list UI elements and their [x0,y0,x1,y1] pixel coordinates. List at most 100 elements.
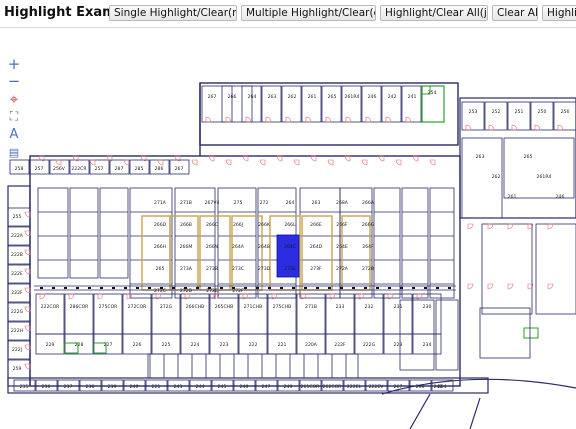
room-label: 251 [515,109,524,115]
wall [429,187,455,299]
door-swing [89,159,96,166]
room-label: 259 [13,366,22,372]
locate-icon[interactable]: ⌖ [6,92,22,107]
wall [479,307,531,359]
corridor-mark [448,287,451,289]
door-swing [245,116,252,123]
room-label: 272D [180,288,193,294]
wall [147,353,359,379]
room-label: 261 [308,94,317,100]
corridor-mark [376,287,379,289]
zoom-out-icon[interactable]: − [6,74,22,89]
wall [69,187,99,279]
highlight-button-cut[interactable]: Highlig [542,5,576,21]
door-swing [487,223,494,230]
wall [301,85,322,123]
corridor-mark [40,287,43,289]
room-label: 272E [206,288,218,294]
room-label: 236 [42,384,51,390]
door-swing [24,287,31,294]
wall [199,82,459,146]
wall [296,293,326,335]
corridor-mark [88,287,91,289]
corridor-mark [244,287,247,289]
clear-all-button[interactable]: Clear All [492,5,538,21]
room-label: 266B [180,222,192,228]
room-label: 257 [95,166,104,172]
room-label: 225 [162,342,171,348]
door-swing [327,159,334,166]
room-label: 286COR [70,304,90,310]
room-label: 265 [156,266,165,272]
corridor-mark [52,287,55,289]
room-label: 235 [20,384,29,390]
corridor-mark [364,287,367,289]
wall [151,293,181,335]
door-swing [465,124,472,131]
door-swing [361,159,368,166]
room-label: 226 [133,342,142,348]
door-swing [123,159,130,166]
room-label: 266L [284,222,296,228]
floor-plan-map[interactable]: 267 266 264 263 262 261 265 261R4 246 242 241 254 25… [0,28,576,429]
fit-icon[interactable]: ⛶ [6,109,22,123]
room-label: 221 [278,342,287,348]
room-label: 263 [312,200,321,206]
door-swing [365,116,372,123]
door-swing [385,116,392,123]
room-label: 228 [75,342,84,348]
room-label: 265 [524,154,533,160]
zoom-in-icon[interactable]: + [6,57,22,72]
room-label: 237 [64,384,73,390]
wall [503,137,575,199]
highlight-clear-all-button[interactable]: Highlight/Clear All(jk) [380,5,488,21]
corridor-mark [64,287,67,289]
wall [37,187,69,279]
door-swing [487,283,494,290]
door-swing [157,159,164,166]
text-icon[interactable]: A [6,128,22,142]
wall [435,299,459,371]
room-label: 222J [12,347,22,353]
room-label: 272 [260,200,269,206]
room-label: 263 [476,154,485,160]
single-highlight-button[interactable]: Single Highlight/Clear(rm) [109,5,237,21]
room-label: 271B [305,304,317,310]
room-label: 256 [561,109,570,115]
room-label: 222B [11,252,23,258]
room-label: 271B [180,200,192,206]
room-label: 223 [220,342,229,348]
room-label: 267V4 [205,200,220,206]
room-label: 261 [508,194,517,200]
room-label: 275 [234,200,243,206]
corridor-mark [328,287,331,289]
room-label: 266H [154,244,166,250]
room-label: 240 [130,384,139,390]
door-swing [265,116,272,123]
wall [484,101,508,131]
corridor-mark [220,287,223,289]
room-label: 222E [11,271,23,277]
room-label: 272F [232,288,244,294]
room-label: 222F [11,290,23,296]
door-swing [24,230,31,237]
room-label: 273B [206,266,218,272]
wall [361,85,382,123]
door-swing [97,293,104,300]
wall [221,85,253,123]
door-swing [24,211,31,218]
room-label: 275COR [99,304,119,310]
multiple-highlight-button[interactable]: Multiple Highlight/Clear(eq) [241,5,376,21]
room-label: 222G [363,342,376,348]
wall [209,293,239,335]
room-label: 262 [288,94,297,100]
corridor-mark [388,287,391,289]
room-label: 266M [180,244,193,250]
wall [354,293,384,335]
room-label: 243 [174,384,183,390]
door-swing [547,283,554,290]
door-swing [55,159,62,166]
room-label: 264C [284,244,296,250]
layers-icon[interactable]: ▤ [6,146,22,160]
wall [381,85,402,123]
